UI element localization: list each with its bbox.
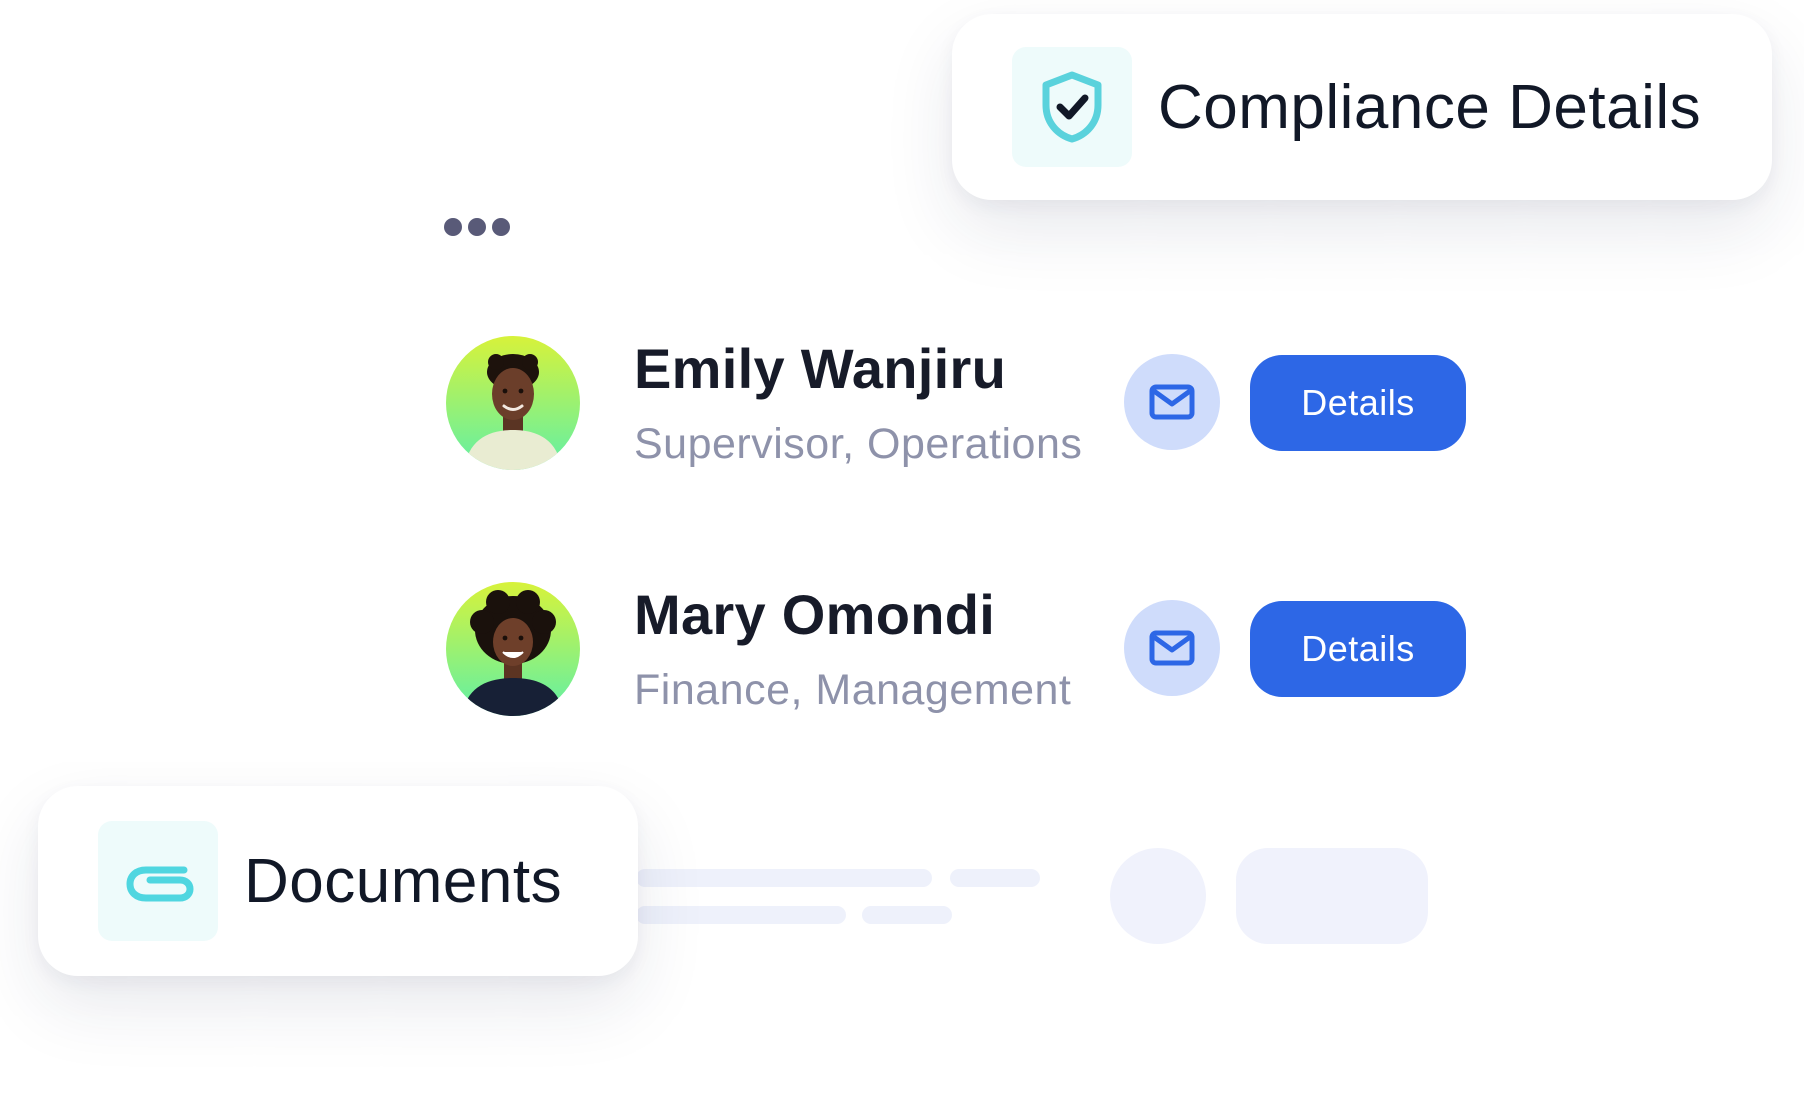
paperclip-icon (126, 866, 194, 902)
shield-check-icon (1042, 71, 1102, 143)
stage: Compliance Details Emily Wanjiru Supervi… (0, 0, 1804, 1100)
skeleton-line (636, 906, 846, 924)
details-button[interactable]: Details (1250, 355, 1466, 451)
person-row: Emily Wanjiru Supervisor, Operations Det… (446, 336, 1476, 472)
avatar-portrait-image (446, 582, 580, 716)
avatar-portrait-image (446, 336, 580, 470)
avatar (446, 582, 580, 716)
details-button[interactable]: Details (1250, 601, 1466, 697)
person-name: Mary Omondi (634, 583, 996, 646)
skeleton-button (1236, 848, 1428, 944)
person-row: Mary Omondi Finance, Management Details (446, 582, 1476, 718)
dot (492, 218, 510, 236)
dot (444, 218, 462, 236)
compliance-details-card[interactable]: Compliance Details (952, 14, 1772, 200)
skeleton-avatar (1110, 848, 1206, 944)
mail-button[interactable] (1124, 600, 1220, 696)
mail-button[interactable] (1124, 354, 1220, 450)
skeleton-line (636, 869, 932, 887)
dot (468, 218, 486, 236)
compliance-details-title: Compliance Details (1158, 72, 1702, 142)
paperclip-icon-tile (98, 821, 218, 941)
avatar (446, 336, 580, 470)
mail-icon (1149, 630, 1195, 666)
person-role: Finance, Management (634, 666, 1072, 714)
skeleton-line (862, 906, 952, 924)
more-options-icon[interactable] (444, 218, 510, 236)
shield-icon-tile (1012, 47, 1132, 167)
person-name: Emily Wanjiru (634, 337, 1007, 400)
skeleton-line (950, 869, 1040, 887)
person-role: Supervisor, Operations (634, 420, 1083, 468)
documents-card[interactable]: Documents (38, 786, 638, 976)
documents-title: Documents (244, 846, 563, 916)
mail-icon (1149, 384, 1195, 420)
